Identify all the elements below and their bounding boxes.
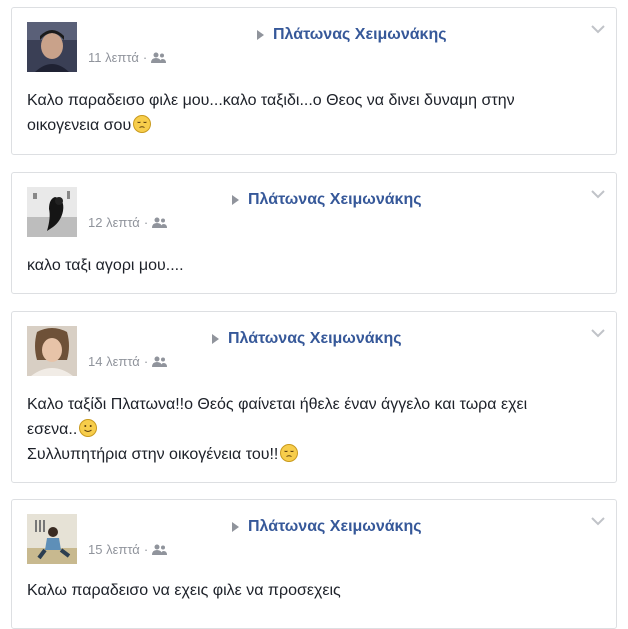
friends-audience-icon[interactable] [152, 217, 168, 228]
triangle-right-icon [232, 522, 239, 532]
post-card: 12 λεπτά · Πλάτωνας Χειμωνάκης καλο ταξι… [11, 172, 617, 294]
post-text-line: εσενα.. [27, 421, 78, 438]
triangle-right-icon [232, 195, 239, 205]
meta-separator: · [143, 354, 149, 369]
post-text-line: Καλω παραδεισο να εχεις φιλε να προσεχει… [27, 582, 341, 599]
chevron-down-icon[interactable] [591, 516, 605, 526]
friends-audience-icon[interactable] [151, 52, 167, 63]
post-text-line-wrap: οικογενεια σου [27, 113, 586, 138]
timestamp-link[interactable]: 14 λεπτά [88, 354, 140, 369]
post-body: Καλο ταξίδι Πλατωνα!!ο Θεός φαίνεται ήθε… [27, 392, 586, 467]
slight-smile-face-icon [79, 419, 98, 437]
post-target: Πλάτωνας Χειμωνάκης [212, 330, 402, 348]
post-body: Καλω παραδεισο να εχεις φιλε να προσεχει… [27, 578, 586, 603]
triangle-right-icon [257, 30, 264, 40]
timestamp-link[interactable]: 15 λεπτά [88, 542, 140, 557]
avatar[interactable] [27, 187, 77, 237]
meta-separator: · [142, 50, 148, 65]
post-body: Καλο παραδεισο φιλε μου...καλο ταξιδι...… [27, 88, 586, 138]
post-card: 11 λεπτά · Πλάτωνας Χειμωνάκης Καλο παρα… [11, 7, 617, 155]
chevron-down-icon[interactable] [591, 189, 605, 199]
post-card: 15 λεπτά · Πλάτωνας Χειμωνάκης Καλω παρα… [11, 499, 617, 629]
friends-audience-icon[interactable] [152, 544, 168, 555]
post-text-line-wrap: Συλλυπητήρια στην οικογένεια του!! [27, 442, 586, 467]
pensive-face-icon [280, 444, 299, 462]
post-meta: 12 λεπτά · [88, 215, 168, 230]
meta-separator: · [143, 215, 149, 230]
target-profile-link[interactable]: Πλάτωνας Χειμωνάκης [248, 191, 422, 209]
post-text-line: Καλο ταξίδι Πλατωνα!!ο Θεός φαίνεται ήθε… [27, 396, 528, 413]
pensive-face-icon [133, 115, 152, 133]
timestamp-link[interactable]: 12 λεπτά [88, 215, 140, 230]
chevron-down-icon[interactable] [591, 24, 605, 34]
chevron-down-icon[interactable] [591, 328, 605, 338]
post-target: Πλάτωνας Χειμωνάκης [257, 26, 447, 44]
post-text-line: Καλο παραδεισο φιλε μου...καλο ταξιδι...… [27, 92, 515, 109]
post-text-line: καλο ταξι αγορι μου.... [27, 257, 184, 274]
avatar[interactable] [27, 514, 77, 564]
timestamp-link[interactable]: 11 λεπτά [88, 50, 139, 65]
post-target: Πλάτωνας Χειμωνάκης [232, 191, 422, 209]
friends-audience-icon[interactable] [152, 356, 168, 367]
post-text-line: οικογενεια σου [27, 117, 132, 134]
post-body: καλο ταξι αγορι μου.... [27, 253, 586, 278]
avatar[interactable] [27, 326, 77, 376]
post-meta: 11 λεπτά · [88, 50, 167, 65]
post-text-line: Συλλυπητήρια στην οικογένεια του!! [27, 446, 279, 463]
post-text-line-wrap: εσενα.. [27, 417, 586, 442]
avatar[interactable] [27, 22, 77, 72]
target-profile-link[interactable]: Πλάτωνας Χειμωνάκης [228, 330, 402, 348]
post-target: Πλάτωνας Χειμωνάκης [232, 518, 422, 536]
post-meta: 14 λεπτά · [88, 354, 168, 369]
triangle-right-icon [212, 334, 219, 344]
target-profile-link[interactable]: Πλάτωνας Χειμωνάκης [248, 518, 422, 536]
meta-separator: · [143, 542, 149, 557]
target-profile-link[interactable]: Πλάτωνας Χειμωνάκης [273, 26, 447, 44]
post-card: 14 λεπτά · Πλάτωνας Χειμωνάκης Καλο ταξί… [11, 311, 617, 483]
post-meta: 15 λεπτά · [88, 542, 168, 557]
